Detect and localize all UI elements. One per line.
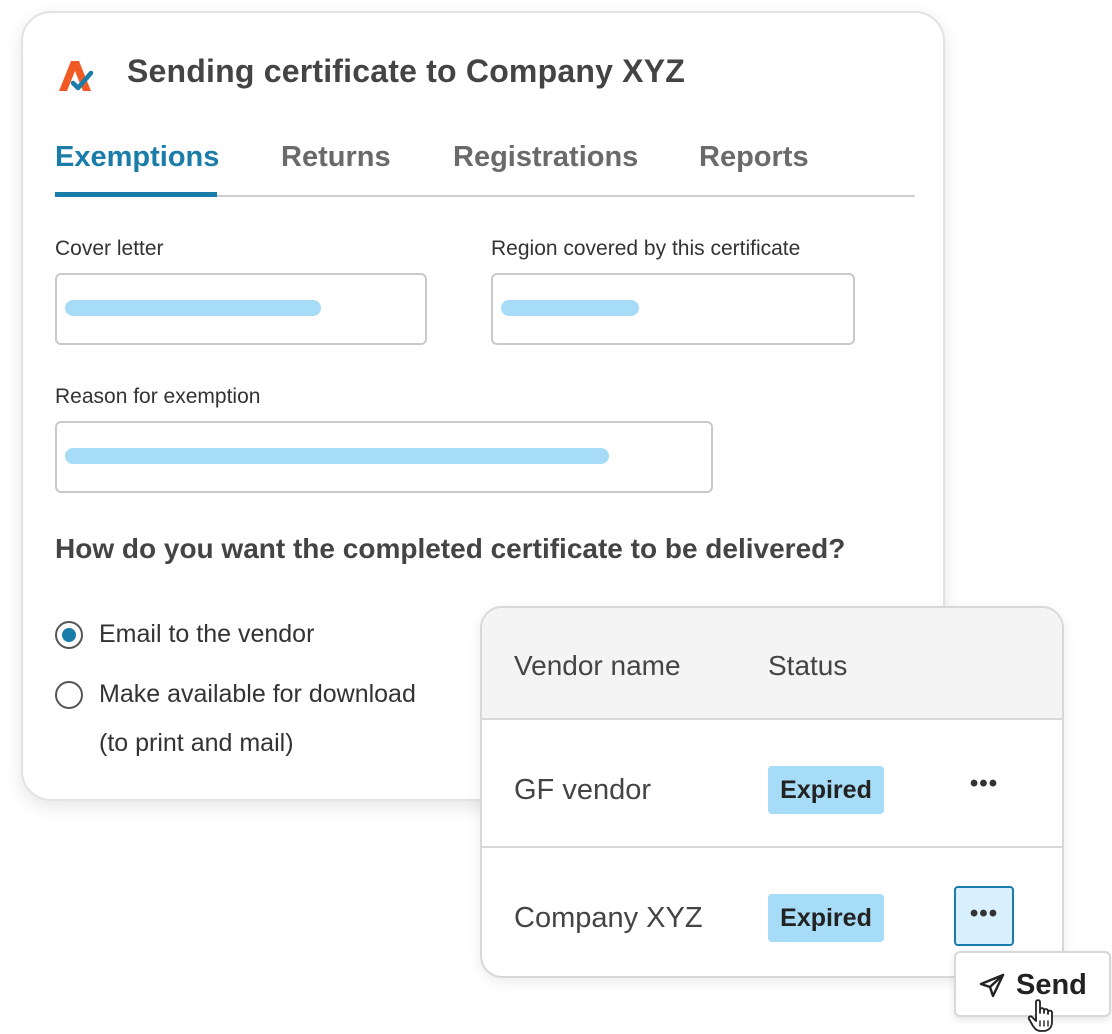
region-label: Region covered by this certificate [491,237,801,260]
region-field[interactable] [491,273,855,345]
cover-letter-field[interactable] [55,273,427,345]
vendor-table: Vendor name Status GF vendor Expired •••… [480,606,1064,978]
vendor-name: GF vendor [514,774,651,806]
dialog-title: Sending certificate to Company XYZ [127,53,686,89]
status-badge: Expired [768,894,884,942]
vendor-name: Company XYZ [514,902,703,934]
radio-email-label[interactable]: Email to the vendor [99,620,314,649]
cover-letter-placeholder-bar [65,300,321,316]
table-row: GF vendor Expired ••• [482,720,1062,848]
tab-bar: Exemptions Returns Registrations Reports [55,135,915,197]
radio-download-sublabel: (to print and mail) [99,729,294,757]
reason-label: Reason for exemption [55,385,261,408]
reason-placeholder-bar [65,448,609,464]
region-placeholder-bar [501,300,639,316]
pointer-hand-icon [1027,999,1053,1032]
more-options-button[interactable]: ••• [954,758,1014,818]
tab-returns[interactable]: Returns [281,141,391,174]
column-vendor-name: Vendor name [514,650,681,681]
tab-registrations[interactable]: Registrations [453,141,638,174]
paper-plane-icon [979,973,1005,998]
tab-reports[interactable]: Reports [699,141,809,174]
status-badge: Expired [768,766,884,814]
radio-download-label[interactable]: Make available for download [99,680,416,709]
radio-download[interactable] [55,681,83,709]
more-options-button[interactable]: ••• [954,886,1014,946]
tab-exemptions[interactable]: Exemptions [55,141,219,174]
radio-selected-dot [62,628,76,642]
radio-email[interactable] [55,621,83,649]
column-status: Status [768,650,848,681]
delivery-question: How do you want the completed certificat… [55,533,846,564]
cover-letter-label: Cover letter [55,237,164,260]
avalara-logo-icon [59,61,94,91]
vendor-table-header: Vendor name Status [482,608,1062,720]
reason-field[interactable] [55,421,713,493]
active-tab-indicator [55,192,217,197]
